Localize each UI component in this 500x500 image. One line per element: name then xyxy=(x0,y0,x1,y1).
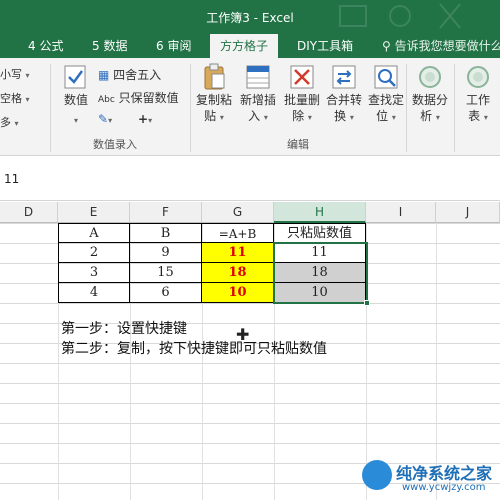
column-header-j[interactable]: J xyxy=(436,202,500,223)
table-cell[interactable]: 3 xyxy=(58,263,130,283)
analysis-label-1: 数据分 xyxy=(411,93,448,107)
group-separator xyxy=(454,64,455,152)
round-label: 四舍五入 xyxy=(113,68,162,82)
round-icon: ▦ xyxy=(98,68,110,82)
table-header-cell[interactable]: A xyxy=(58,223,130,243)
delete-label-1: 批量删 xyxy=(283,93,320,107)
merge-icon xyxy=(332,65,356,89)
round-button[interactable]: ▦ 四舍五入 xyxy=(98,66,161,83)
title-bar: 工作簿3 - Excel xyxy=(0,0,500,34)
formula-bar[interactable]: 11 xyxy=(0,157,500,201)
worksheet-icon xyxy=(467,66,489,88)
table-cell[interactable]: 6 xyxy=(130,283,202,303)
watermark-name: 纯净系统之家 xyxy=(396,464,493,483)
ribbon-panel: 小写 ▾ 空格 ▾ 多 ▾ 数值 ▾ ▦ 四舍五入 Abc 只保留数值 ✎▾ +… xyxy=(0,58,500,156)
step-one-note: 第一步：设置快捷键 xyxy=(61,321,187,337)
fill-handle[interactable] xyxy=(364,300,370,306)
numeric-label: 数值 xyxy=(63,93,88,107)
data-analysis-button[interactable]: 数据分 析 ▾ xyxy=(408,62,452,132)
table-header-cell[interactable]: =A+B xyxy=(202,223,274,243)
analysis-icon xyxy=(419,66,441,88)
plus-icon: + xyxy=(138,112,149,126)
table-cell[interactable]: 18 xyxy=(274,263,366,283)
merge-label-1: 合并转 xyxy=(325,93,362,107)
table-cell[interactable]: 10 xyxy=(202,283,274,303)
delete-label-2: 除 ▾ xyxy=(292,109,312,123)
analysis-label-2: 析 ▾ xyxy=(420,109,440,123)
table-cell[interactable]: 18 xyxy=(202,263,274,283)
merge-label-2: 换 ▾ xyxy=(334,109,354,123)
clipboard-icon xyxy=(204,63,225,90)
work-table-label-1: 工作 xyxy=(465,93,490,107)
watermark-logo-icon xyxy=(362,460,392,490)
tab-data[interactable]: 5 数据 xyxy=(92,34,127,58)
step-two-note: 第二步：复制，按下快捷键即可只粘贴数值 xyxy=(61,341,327,357)
table-cell[interactable]: 11 xyxy=(274,243,366,263)
find-label-1: 查找定 xyxy=(367,93,404,107)
table-cell[interactable]: 4 xyxy=(58,283,130,303)
edit-cell-button[interactable]: ✎▾ xyxy=(98,112,112,126)
chevron-down-icon: ▾ xyxy=(73,116,78,125)
insert-rows-icon xyxy=(246,65,270,89)
table-cell[interactable]: 11 xyxy=(202,243,274,263)
more-button[interactable]: 多 ▾ xyxy=(0,114,19,130)
watermark: 纯净系统之家 www.ycwjzy.com xyxy=(362,458,500,500)
table-cell[interactable]: 2 xyxy=(58,243,130,263)
copy-paste-button[interactable]: 复制粘 贴 ▾ xyxy=(192,62,236,132)
insert-label-2: 入 ▾ xyxy=(248,109,268,123)
column-header-f[interactable]: F xyxy=(130,202,202,223)
delete-grid-icon xyxy=(290,65,314,89)
work-table-button[interactable]: 工作 表 ▾ xyxy=(456,62,500,132)
work-table-label-2: 表 ▾ xyxy=(468,109,488,123)
ribbon-tabs: 4 公式 5 数据 6 审阅 方方格子 DIY工具箱 ⚲ 告诉我您想要做什么 xyxy=(0,34,500,58)
insert-label-1: 新增插 xyxy=(239,93,276,107)
find-icon xyxy=(374,65,398,89)
table-header-cell[interactable]: B xyxy=(130,223,202,243)
tab-review[interactable]: 6 审阅 xyxy=(156,34,191,58)
column-header-e[interactable]: E xyxy=(58,202,130,223)
copy-paste-label-1: 复制粘 xyxy=(195,93,232,107)
lowercase-button[interactable]: 小写 ▾ xyxy=(0,66,30,82)
numeric-button[interactable]: 数值 ▾ xyxy=(54,62,98,132)
tab-diy-toolbox[interactable]: DIY工具箱 xyxy=(297,34,353,58)
keep-value-label: 只保留数值 xyxy=(118,91,179,105)
table-header-cell[interactable]: 只粘贴数值 xyxy=(274,223,366,243)
pencil-icon: ✎ xyxy=(98,112,109,126)
add-button[interactable]: +▾ xyxy=(138,112,152,126)
window-title: 工作簿3 - Excel xyxy=(206,11,294,25)
table-cell[interactable]: 15 xyxy=(130,263,202,283)
abc-icon: Abc xyxy=(98,95,115,105)
group-label-edit: 编辑 xyxy=(287,138,309,151)
find-locate-button[interactable]: 查找定 位 ▾ xyxy=(364,62,408,132)
copy-paste-label-2: 贴 ▾ xyxy=(204,109,224,123)
find-label-2: 位 ▾ xyxy=(376,109,396,123)
numeric-icon xyxy=(64,65,86,89)
column-header-g[interactable]: G xyxy=(202,202,274,223)
tell-me-text: 告诉我您想要做什么 xyxy=(394,39,500,53)
formula-value: 11 xyxy=(4,172,20,186)
group-separator xyxy=(406,64,407,152)
table-cell[interactable]: 10 xyxy=(274,283,366,303)
space-button[interactable]: 空格 ▾ xyxy=(0,90,30,106)
column-header-d[interactable]: D xyxy=(0,202,58,223)
lightbulb-icon: ⚲ xyxy=(382,39,391,53)
merge-convert-button[interactable]: 合并转 换 ▾ xyxy=(322,62,366,132)
table-cell[interactable]: 9 xyxy=(130,243,202,263)
tell-me-search[interactable]: ⚲ 告诉我您想要做什么 xyxy=(382,34,500,58)
group-separator xyxy=(190,64,191,152)
insert-button[interactable]: 新增插 入 ▾ xyxy=(236,62,280,132)
tab-formulas[interactable]: 4 公式 xyxy=(28,34,63,58)
cell-cursor-icon: ✚ xyxy=(236,325,250,344)
column-header-i[interactable]: I xyxy=(366,202,436,223)
watermark-url: www.ycwjzy.com xyxy=(402,482,486,493)
group-label-data-entry: 数值录入 xyxy=(93,138,137,151)
column-header-h[interactable]: H xyxy=(274,202,366,223)
keep-value-button[interactable]: Abc 只保留数值 xyxy=(98,89,179,106)
group-separator xyxy=(50,64,51,152)
batch-delete-button[interactable]: 批量删 除 ▾ xyxy=(280,62,324,132)
tab-fangfangezi[interactable]: 方方格子 xyxy=(210,34,279,58)
